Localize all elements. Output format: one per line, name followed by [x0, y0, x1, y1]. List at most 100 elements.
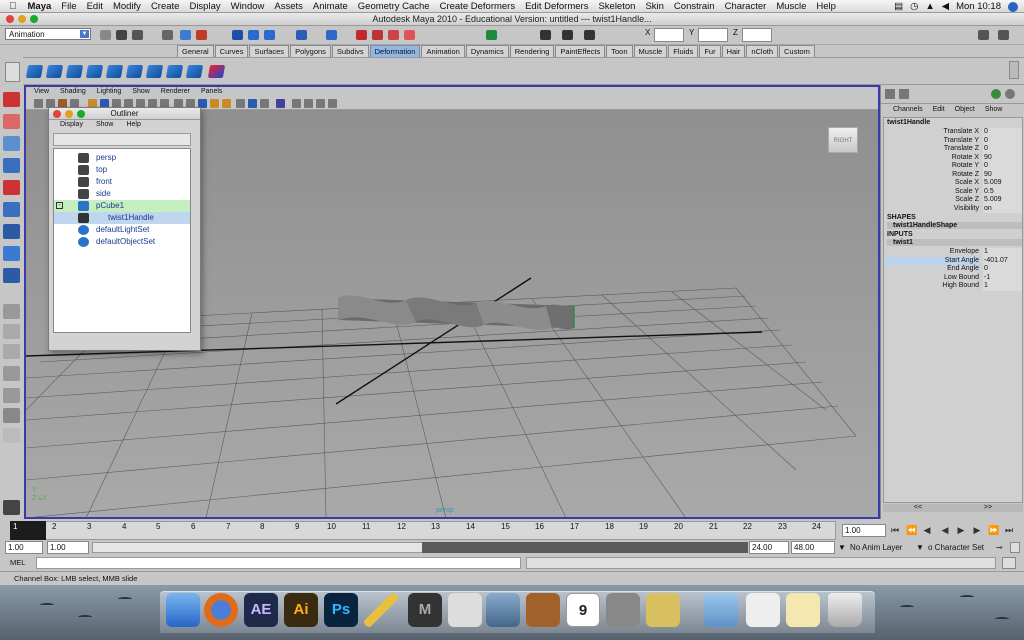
attribute-value[interactable]: 5.009 [983, 196, 1022, 205]
command-input[interactable] [36, 557, 521, 569]
cb-menu-object[interactable]: Object [955, 106, 975, 117]
lasso-tool-icon[interactable] [3, 114, 20, 129]
menu-file[interactable]: File [56, 1, 81, 12]
outliner-close-icon[interactable] [53, 110, 61, 118]
shelf-tab-animation[interactable]: Animation [421, 45, 465, 57]
menu-assets[interactable]: Assets [269, 1, 308, 12]
range-start-field[interactable]: 1.00 [47, 541, 89, 554]
attribute-value[interactable]: 1 [983, 248, 1022, 257]
shape-node[interactable]: twist1HandleShape [887, 222, 1022, 229]
attribute-value[interactable]: 0 [983, 145, 1022, 154]
trash-icon[interactable] [828, 593, 862, 627]
manipulator-tool-icon[interactable] [3, 224, 20, 239]
render-icon[interactable] [1005, 89, 1015, 99]
xray-joints-icon[interactable] [292, 99, 301, 108]
outliner-menu-help[interactable]: Help [126, 121, 140, 131]
input-menu-icon[interactable]: ▤ [894, 1, 903, 12]
scale-tool-icon[interactable] [3, 202, 20, 217]
cluster-icon[interactable] [45, 65, 64, 78]
xray-icon[interactable] [276, 99, 285, 108]
play-backwards-icon[interactable]: ◀ [940, 525, 950, 535]
input-attribute-row[interactable]: Low Bound -1 [884, 273, 1022, 282]
anim-start-field[interactable]: 1.00 [5, 541, 43, 554]
menu-skin[interactable]: Skin [640, 1, 668, 12]
sculpt-deformer-icon[interactable] [185, 65, 204, 78]
outliner-menu-display[interactable]: Display [60, 121, 83, 131]
spotlight-icon[interactable] [1008, 1, 1018, 12]
use-lights-icon[interactable] [222, 99, 231, 108]
after-effects-icon[interactable]: AE [244, 593, 278, 627]
outliner-item[interactable]: persp [54, 152, 190, 164]
layout-persp-outliner-icon[interactable] [3, 366, 20, 381]
quick-select-icon[interactable] [3, 500, 20, 515]
select-tool-icon[interactable] [3, 92, 20, 107]
attribute-value[interactable]: 90 [983, 170, 1022, 179]
attribute-editor-toggle-icon[interactable] [540, 30, 551, 40]
layout-toggle-icon[interactable] [978, 30, 989, 40]
shelf-tab-general[interactable]: General [177, 45, 214, 57]
menu-create[interactable]: Create [146, 1, 185, 12]
channel-box-toggle-icon[interactable] [584, 30, 595, 40]
paint-select-tool-icon[interactable] [3, 136, 20, 151]
ipr-render-icon[interactable] [372, 30, 383, 40]
go-to-start-icon[interactable]: ⏮ [890, 525, 900, 535]
render-icon[interactable] [356, 30, 367, 40]
finder-icon[interactable] [166, 593, 200, 627]
shelf-tab-toon[interactable]: Toon [606, 45, 633, 57]
input-attribute-row[interactable]: High Bound 1 [884, 282, 1022, 291]
lattice-icon[interactable] [25, 65, 44, 78]
attribute-row[interactable]: Translate Y 0 [884, 136, 1022, 145]
garageband-icon[interactable] [526, 593, 560, 627]
menu-geometry-cache[interactable]: Geometry Cache [353, 1, 435, 12]
shelf-tab-fur[interactable]: Fur [699, 45, 721, 57]
clock[interactable]: Mon 10:18 [956, 1, 1001, 12]
current-frame-marker[interactable]: 1 [10, 521, 46, 540]
attribute-value[interactable]: -1 [983, 273, 1022, 282]
step-back-frame-icon[interactable]: ⏪ [906, 525, 917, 535]
attribute-value[interactable]: -401.07 [983, 256, 1022, 265]
layout-single-icon[interactable] [3, 304, 20, 319]
outliner-filter-field[interactable] [53, 133, 191, 146]
anim-prefs-icon[interactable] [1010, 542, 1020, 553]
menu-display[interactable]: Display [184, 1, 225, 12]
shelf-tab-hair[interactable]: Hair [721, 45, 746, 57]
attribute-value[interactable]: 0 [983, 128, 1022, 137]
shelf-tab-fluids[interactable]: Fluids [668, 45, 699, 57]
viewport-menu-view[interactable]: View [34, 87, 49, 97]
render-settings-icon[interactable] [388, 30, 399, 40]
open-scene-icon[interactable] [116, 30, 127, 40]
attribute-value[interactable]: 90 [983, 153, 1022, 162]
attribute-row[interactable]: Rotate Y 0 [884, 162, 1022, 171]
shelf-tab-custom[interactable]: Custom [779, 45, 815, 57]
anim-end-field[interactable]: 48.00 [791, 541, 835, 554]
scroll-right-button[interactable]: >> [984, 504, 992, 512]
save-scene-icon[interactable] [132, 30, 143, 40]
twisted-cube-mesh[interactable] [338, 295, 575, 330]
outliner-item[interactable]: side [54, 188, 190, 200]
attribute-value[interactable]: 0 [983, 136, 1022, 145]
layout-more-icon[interactable] [3, 428, 20, 443]
go-to-end-icon[interactable]: ⏭ [1004, 525, 1014, 535]
wire-deformer-icon[interactable] [207, 65, 226, 78]
attribute-value[interactable]: 5.009 [983, 179, 1022, 188]
character-set-dropdown[interactable]: o Character Set [928, 541, 984, 554]
attribute-value[interactable]: 1 [983, 282, 1022, 291]
input-attribute-row[interactable]: Envelope 1 [884, 248, 1022, 257]
time-machine-icon[interactable]: ◷ [910, 1, 918, 12]
attribute-row[interactable]: Visibility on [884, 204, 1022, 213]
cb-menu-show[interactable]: Show [985, 106, 1003, 117]
outliner-minimize-icon[interactable] [65, 110, 73, 118]
layout-four-icon[interactable] [3, 324, 20, 339]
documents-icon[interactable] [746, 593, 780, 627]
high-quality-icon[interactable] [248, 99, 257, 108]
close-window-icon[interactable] [6, 15, 14, 23]
object-name[interactable]: twist1Handle [887, 119, 930, 126]
attribute-row[interactable]: Translate X 0 [884, 128, 1022, 137]
attribute-row[interactable]: Rotate Z 90 [884, 170, 1022, 179]
play-forwards-icon[interactable]: ▶ [956, 525, 966, 535]
show-manipulator-icon[interactable] [3, 268, 20, 283]
anim-layer-dropdown[interactable]: No Anim Layer [850, 541, 902, 554]
y-coordinate-input[interactable] [698, 28, 728, 42]
select-by-object-icon[interactable] [180, 30, 191, 40]
rotate-tool-icon[interactable] [3, 180, 20, 195]
